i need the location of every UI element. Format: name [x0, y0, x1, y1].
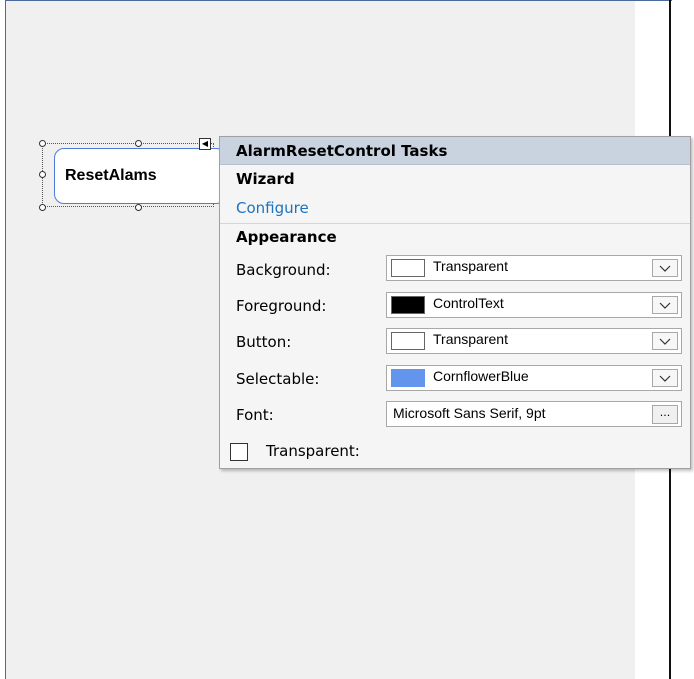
resize-handle-top-left[interactable]	[39, 140, 46, 147]
resize-handle-left[interactable]	[39, 171, 46, 178]
selectable-value: CornflowerBlue	[433, 368, 529, 384]
smart-tag-arrow-icon[interactable]: ◀	[199, 138, 211, 150]
background-swatch	[391, 259, 425, 277]
foreground-combo[interactable]: ControlText	[386, 292, 682, 318]
resize-handle-bottom-left[interactable]	[39, 204, 46, 211]
transparent-checkbox-label: Transparent:	[266, 442, 360, 460]
button-color-swatch	[391, 332, 425, 350]
section-divider	[220, 223, 690, 224]
font-browse-button[interactable]: ...	[652, 405, 678, 424]
chevron-down-icon[interactable]	[652, 369, 678, 387]
smart-tasks-panel: AlarmResetControl Tasks Wizard Configure…	[219, 136, 691, 469]
foreground-label: Foreground:	[236, 297, 327, 315]
font-value: Microsoft Sans Serif, 9pt	[393, 405, 546, 421]
background-label: Background:	[236, 261, 331, 279]
resize-handle-top[interactable]	[135, 140, 142, 147]
font-field[interactable]: Microsoft Sans Serif, 9pt ...	[386, 401, 682, 427]
chevron-down-icon[interactable]	[652, 332, 678, 350]
font-label: Font:	[236, 406, 274, 424]
reset-alarms-button[interactable]: ResetAlams	[54, 148, 226, 204]
reset-alarms-button-label: ResetAlams	[65, 167, 157, 184]
button-color-value: Transparent	[433, 331, 508, 347]
button-color-label: Button:	[236, 333, 292, 351]
chevron-down-icon[interactable]	[652, 259, 678, 277]
selectable-swatch	[391, 369, 425, 387]
wizard-section-title: Wizard	[236, 170, 295, 188]
resize-handle-bottom[interactable]	[135, 204, 142, 211]
chevron-down-icon[interactable]	[652, 296, 678, 314]
foreground-value: ControlText	[433, 295, 504, 311]
foreground-swatch	[391, 296, 425, 314]
background-combo[interactable]: Transparent	[386, 255, 682, 281]
appearance-section-title: Appearance	[236, 228, 337, 246]
panel-title: AlarmResetControl Tasks	[220, 137, 690, 165]
transparent-checkbox[interactable]	[230, 443, 248, 461]
selectable-combo[interactable]: CornflowerBlue	[386, 365, 682, 391]
button-color-combo[interactable]: Transparent	[386, 328, 682, 354]
configure-link[interactable]: Configure	[236, 199, 309, 217]
selectable-label: Selectable:	[236, 370, 320, 388]
background-value: Transparent	[433, 258, 508, 274]
